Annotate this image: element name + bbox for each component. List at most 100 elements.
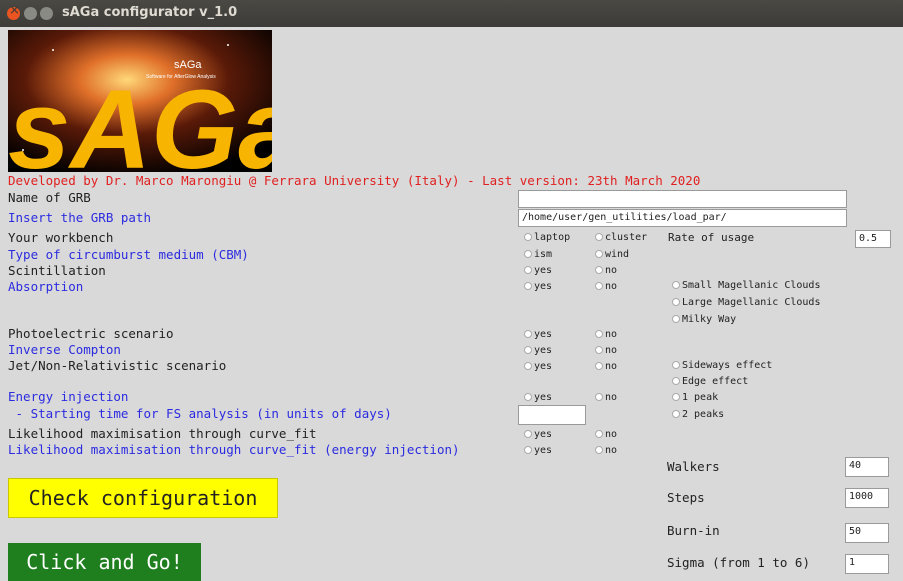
radio-smc[interactable]: Small Magellanic Clouds — [672, 280, 820, 291]
radio-icon — [595, 446, 603, 454]
radio-likelihood-ei-yes[interactable]: yes — [524, 445, 552, 456]
radio-icon — [595, 330, 603, 338]
radio-absorption-no[interactable]: no — [595, 281, 617, 292]
radio-label: Small Magellanic Clouds — [682, 280, 821, 291]
radio-jet-no[interactable]: no — [595, 361, 617, 372]
radio-label: no — [605, 265, 618, 276]
radio-photoelectric-no[interactable]: no — [595, 329, 617, 340]
radio-laptop[interactable]: laptop — [524, 232, 570, 243]
radio-icon — [524, 282, 532, 290]
walkers-input[interactable]: 40 — [845, 457, 889, 477]
radio-label: no — [605, 392, 618, 403]
radio-icon — [524, 446, 532, 454]
radio-icon — [595, 430, 603, 438]
radio-scintillation-yes[interactable]: yes — [524, 265, 552, 276]
radio-absorption-yes[interactable]: yes — [524, 281, 552, 292]
radio-label: Milky Way — [682, 314, 737, 325]
logo-tagline: Software for AfterGlow Analysis — [146, 74, 216, 80]
starting-time-input[interactable] — [518, 405, 586, 425]
credit-line: Developed by Dr. Marco Marongiu @ Ferrar… — [8, 173, 701, 188]
radio-label: Edge effect — [682, 376, 749, 387]
rate-of-usage-label: Rate of usage — [668, 231, 755, 244]
workbench-label: Your workbench — [8, 230, 114, 245]
radio-wind[interactable]: wind — [595, 249, 629, 260]
radio-photoelectric-yes[interactable]: yes — [524, 329, 552, 340]
radio-likelihood-yes[interactable]: yes — [524, 429, 552, 440]
radio-icon — [595, 233, 603, 241]
radio-ism[interactable]: ism — [524, 249, 552, 260]
radio-lmc[interactable]: Large Magellanic Clouds — [672, 297, 820, 308]
scintillation-label: Scintillation — [8, 263, 106, 278]
click-and-go-button[interactable]: Click and Go! — [8, 543, 201, 581]
cbm-label: Type of circumburst medium (CBM) — [8, 247, 249, 262]
radio-label: yes — [534, 265, 553, 276]
close-icon[interactable] — [7, 3, 20, 20]
radio-icon — [595, 282, 603, 290]
radio-label: yes — [534, 361, 553, 372]
radio-2-peaks[interactable]: 2 peaks — [672, 409, 724, 420]
radio-label: yes — [534, 429, 553, 440]
radio-ei-no[interactable]: no — [595, 392, 617, 403]
title-bar: sAGa configurator v_1.0 — [0, 0, 903, 27]
radio-label: yes — [534, 329, 553, 340]
radio-icon — [524, 250, 532, 258]
radio-icon — [595, 266, 603, 274]
radio-icon — [672, 315, 680, 323]
jet-label: Jet/Non-Relativistic scenario — [8, 358, 227, 373]
radio-jet-yes[interactable]: yes — [524, 361, 552, 372]
radio-ic-no[interactable]: no — [595, 345, 617, 356]
radio-scintillation-no[interactable]: no — [595, 265, 617, 276]
burnin-input[interactable]: 50 — [845, 523, 889, 543]
radio-icon — [524, 430, 532, 438]
grb-path-input[interactable]: /home/user/gen_utilities/load_par/ — [518, 209, 847, 227]
logo-subtitle: sAGa — [174, 59, 202, 71]
walkers-label: Walkers — [667, 459, 720, 474]
grb-name-input[interactable] — [518, 190, 847, 208]
likelihood-label: Likelihood maximisation through curve_fi… — [8, 426, 317, 441]
radio-likelihood-no[interactable]: no — [595, 429, 617, 440]
grb-name-label: Name of GRB — [8, 190, 91, 205]
sigma-input[interactable]: 1 — [845, 554, 889, 574]
radio-1-peak[interactable]: 1 peak — [672, 392, 718, 403]
check-configuration-button[interactable]: Check configuration — [8, 478, 278, 518]
logo-text: sAGa — [8, 67, 272, 172]
radio-icon — [672, 298, 680, 306]
radio-label: wind — [605, 249, 630, 260]
radio-edge[interactable]: Edge effect — [672, 376, 748, 387]
radio-icon — [595, 250, 603, 258]
radio-likelihood-ei-no[interactable]: no — [595, 445, 617, 456]
steps-input[interactable]: 1000 — [845, 488, 889, 508]
radio-label: no — [605, 445, 618, 456]
radio-icon — [672, 393, 680, 401]
radio-milky-way[interactable]: Milky Way — [672, 314, 736, 325]
radio-label: no — [605, 345, 618, 356]
radio-sideways[interactable]: Sideways effect — [672, 360, 772, 371]
radio-icon — [595, 362, 603, 370]
radio-label: yes — [534, 392, 553, 403]
minimize-icon[interactable] — [24, 7, 37, 20]
radio-label: yes — [534, 345, 553, 356]
saga-logo: sAGa sAGa Software for AfterGlow Analysi… — [8, 30, 272, 172]
likelihood-ei-label: Likelihood maximisation through curve_fi… — [8, 442, 460, 457]
rate-of-usage-input[interactable]: 0.5 — [855, 230, 891, 248]
radio-label: yes — [534, 281, 553, 292]
radio-label: 2 peaks — [682, 409, 725, 420]
radio-ic-yes[interactable]: yes — [524, 345, 552, 356]
radio-label: ism — [534, 249, 553, 260]
radio-icon — [524, 330, 532, 338]
radio-cluster[interactable]: cluster — [595, 232, 647, 243]
inverse-compton-label: Inverse Compton — [8, 342, 121, 357]
energy-injection-label: Energy injection — [8, 389, 129, 404]
radio-icon — [672, 361, 680, 369]
radio-label: no — [605, 329, 618, 340]
radio-icon — [524, 346, 532, 354]
sigma-label: Sigma (from 1 to 6) — [667, 555, 810, 570]
radio-ei-yes[interactable]: yes — [524, 392, 552, 403]
radio-icon — [524, 362, 532, 370]
radio-label: no — [605, 361, 618, 372]
absorption-label: Absorption — [8, 279, 84, 294]
maximize-icon[interactable] — [40, 7, 53, 20]
radio-icon — [524, 393, 532, 401]
radio-icon — [595, 346, 603, 354]
radio-icon — [524, 266, 532, 274]
